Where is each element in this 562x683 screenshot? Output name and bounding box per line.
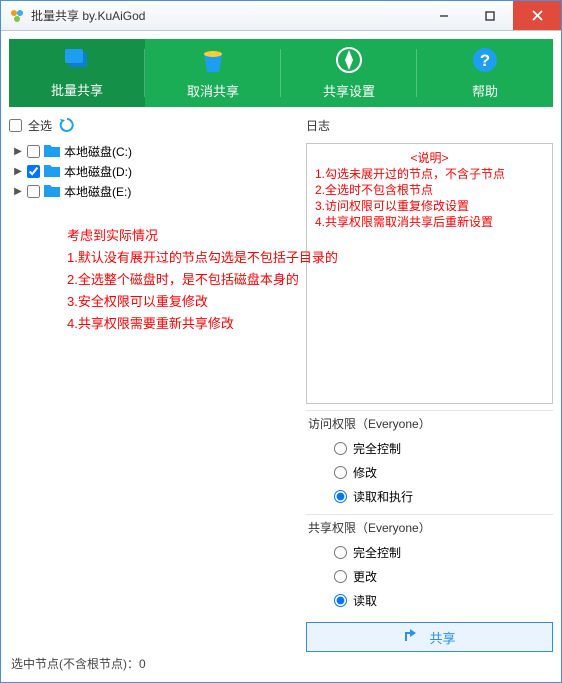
- tab-share-settings[interactable]: 共享设置: [281, 39, 417, 107]
- refresh-button[interactable]: [58, 116, 76, 134]
- share-permission-group: 共享权限（Everyone） 完全控制 更改 读取: [306, 514, 553, 612]
- right-column: 日志 <说明> 1.勾选未展开过的节点，不含子节点 2.全选时不包含根节点 3.…: [306, 113, 553, 652]
- maximize-button[interactable]: [467, 1, 513, 30]
- tab-cancel-share[interactable]: 取消共享: [145, 39, 281, 107]
- log-line: 1.勾选未展开过的节点，不含子节点: [315, 166, 544, 182]
- folders-icon: [62, 47, 92, 76]
- folder-icon: [44, 144, 60, 158]
- note-line: 3.安全权限可以重复修改: [67, 291, 338, 313]
- folder-icon: [44, 164, 60, 178]
- tree-checkbox[interactable]: [27, 165, 40, 178]
- share-perm-option-read[interactable]: 读取: [306, 588, 553, 612]
- folder-icon: [44, 184, 60, 198]
- tab-help[interactable]: ? 帮助: [417, 39, 553, 107]
- status-text: 选中节点(不含根节点)：0: [11, 655, 146, 672]
- log-line: 3.访问权限可以重复修改设置: [315, 198, 544, 214]
- left-notes: 考虑到实际情况 1.默认没有展开过的节点勾选是不包括子目录的 2.全选整个磁盘时…: [67, 225, 338, 335]
- share-perm-option-change[interactable]: 更改: [306, 564, 553, 588]
- disk-tree: ▶ 本地磁盘(C:) ▶ 本地磁盘(D:): [9, 137, 300, 652]
- radio-input[interactable]: [334, 442, 347, 455]
- tree-item-label: 本地磁盘(E:): [64, 183, 131, 200]
- note-line: 1.默认没有展开过的节点勾选是不包括子目录的: [67, 247, 338, 269]
- radio-input[interactable]: [334, 490, 347, 503]
- title-bar: 批量共享 by.KuAiGod: [1, 1, 561, 31]
- tree-item-disk-d[interactable]: ▶ 本地磁盘(D:): [9, 161, 300, 181]
- radio-label: 修改: [353, 464, 377, 481]
- tree-item-label: 本地磁盘(C:): [64, 143, 132, 160]
- tab-label: 批量共享: [51, 80, 103, 99]
- radio-label: 完全控制: [353, 544, 401, 561]
- expand-icon[interactable]: ▶: [13, 146, 23, 157]
- tab-label: 帮助: [472, 81, 498, 100]
- app-icon: [9, 8, 25, 24]
- radio-label: 完全控制: [353, 440, 401, 457]
- help-icon: ?: [471, 46, 499, 77]
- tab-label: 共享设置: [323, 81, 375, 100]
- log-line: 4.共享权限需取消共享后重新设置: [315, 214, 544, 230]
- tab-batch-share[interactable]: 批量共享: [9, 39, 145, 107]
- access-perm-option-full[interactable]: 完全控制: [306, 436, 553, 460]
- compass-icon: [335, 46, 363, 77]
- note-line: 4.共享权限需要重新共享修改: [67, 313, 338, 335]
- share-perm-title: 共享权限（Everyone）: [306, 514, 553, 540]
- tree-checkbox[interactable]: [27, 145, 40, 158]
- window-controls: [421, 1, 561, 30]
- log-box: <说明> 1.勾选未展开过的节点，不含子节点 2.全选时不包含根节点 3.访问权…: [306, 143, 553, 404]
- close-button[interactable]: [513, 1, 561, 30]
- window-title: 批量共享 by.KuAiGod: [31, 7, 421, 24]
- access-perm-option-read-exec[interactable]: 读取和执行: [306, 484, 553, 508]
- log-line: 2.全选时不包含根节点: [315, 182, 544, 198]
- share-perm-option-full[interactable]: 完全控制: [306, 540, 553, 564]
- svg-text:?: ?: [480, 51, 490, 70]
- minimize-button[interactable]: [421, 1, 467, 30]
- radio-input[interactable]: [334, 546, 347, 559]
- body-columns: 全选 ▶ 本地磁盘(C:): [9, 113, 553, 652]
- trash-icon: [200, 46, 226, 77]
- share-button[interactable]: 共享: [306, 622, 553, 652]
- access-perm-option-modify[interactable]: 修改: [306, 460, 553, 484]
- tab-label: 取消共享: [187, 81, 239, 100]
- tree-item-label: 本地磁盘(D:): [64, 163, 132, 180]
- share-icon: [403, 628, 419, 647]
- status-bar: 选中节点(不含根节点)：0: [9, 652, 553, 674]
- radio-input[interactable]: [334, 466, 347, 479]
- expand-icon[interactable]: ▶: [13, 166, 23, 177]
- log-title: <说明>: [315, 150, 544, 166]
- access-permission-group: 访问权限（Everyone） 完全控制 修改 读取和执行: [306, 410, 553, 508]
- note-heading: 考虑到实际情况: [67, 225, 338, 247]
- tree-item-disk-c[interactable]: ▶ 本地磁盘(C:): [9, 141, 300, 161]
- left-column: 全选 ▶ 本地磁盘(C:): [9, 113, 300, 652]
- select-all-label: 全选: [28, 117, 52, 134]
- note-line: 2.全选整个磁盘时，是不包括磁盘本身的: [67, 269, 338, 291]
- radio-input[interactable]: [334, 594, 347, 607]
- select-all-checkbox[interactable]: [9, 119, 22, 132]
- share-button-label: 共享: [429, 628, 455, 647]
- tab-bar: 批量共享 取消共享 共享设置: [9, 39, 553, 107]
- access-perm-title: 访问权限（Everyone）: [306, 410, 553, 436]
- tree-toolbar: 全选: [9, 113, 300, 137]
- tree-checkbox[interactable]: [27, 185, 40, 198]
- radio-label: 更改: [353, 568, 377, 585]
- radio-label: 读取和执行: [353, 488, 413, 505]
- app-window: 批量共享 by.KuAiGod 批量共享: [0, 0, 562, 683]
- content-area: 批量共享 取消共享 共享设置: [1, 31, 561, 682]
- expand-icon[interactable]: ▶: [13, 186, 23, 197]
- radio-label: 读取: [353, 592, 377, 609]
- radio-input[interactable]: [334, 570, 347, 583]
- log-section-label: 日志: [306, 113, 553, 137]
- tree-item-disk-e[interactable]: ▶ 本地磁盘(E:): [9, 181, 300, 201]
